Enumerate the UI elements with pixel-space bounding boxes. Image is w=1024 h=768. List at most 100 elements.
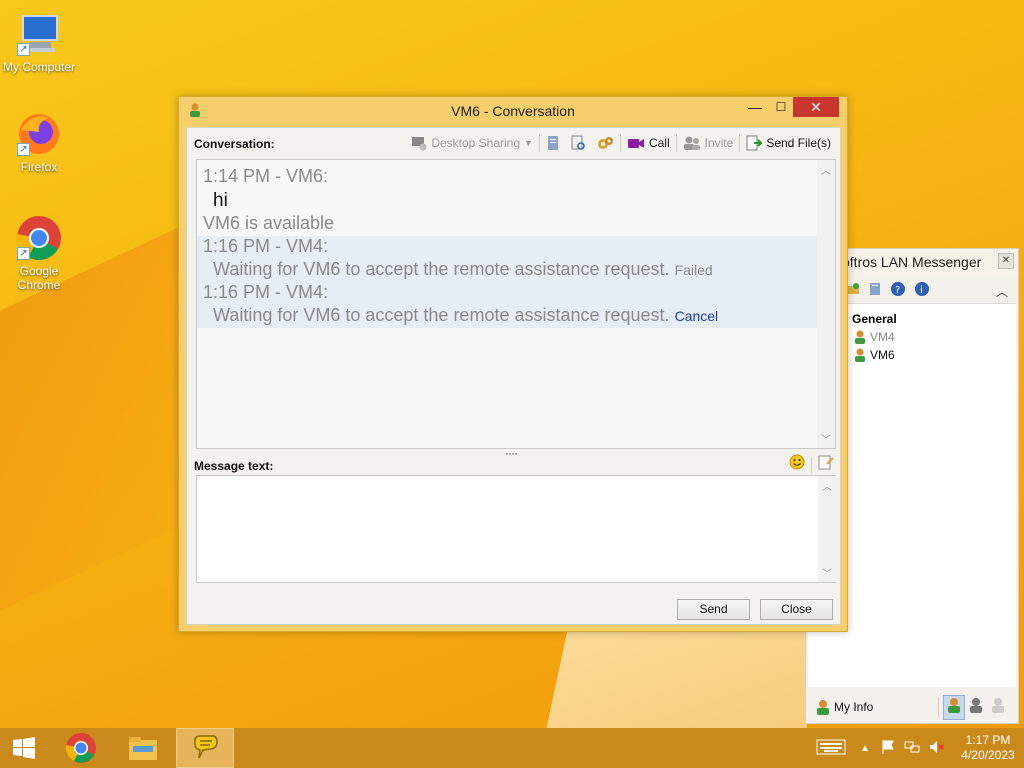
help-icon[interactable]: ?	[890, 281, 906, 302]
message-body: Waiting for VM6 to accept the remote ass…	[197, 305, 817, 326]
call-button[interactable]: Call	[622, 132, 675, 154]
contact-name: VM6	[870, 348, 895, 362]
taskbar-chrome[interactable]	[52, 728, 110, 768]
status-available-icon[interactable]	[943, 694, 965, 720]
video-camera-icon	[627, 139, 644, 148]
document-search-icon	[571, 135, 585, 150]
chrome-icon: ↗	[15, 214, 63, 262]
book-icon	[547, 136, 558, 150]
close-button[interactable]: Close	[760, 599, 833, 620]
keyboard-icon[interactable]	[816, 739, 846, 758]
scroll-up-icon[interactable]: ︿	[818, 478, 836, 493]
messenger-toolbar: ? i	[846, 281, 930, 301]
format-text-icon[interactable]	[818, 454, 834, 475]
message-header: 1:14 PM - VM6:	[203, 166, 329, 186]
contact-vm4[interactable]: VM4	[854, 330, 895, 344]
invite-label: Invite	[704, 136, 734, 150]
collapse-icon[interactable]: ︿	[996, 283, 1008, 300]
taskbar-file-explorer[interactable]	[114, 728, 172, 768]
clock-time: 1:17 PM	[965, 733, 1011, 747]
conversation-label: Conversation:	[194, 137, 275, 151]
scroll-down-icon[interactable]: ﹀	[818, 565, 836, 580]
desktop-icon-my-computer[interactable]: ↗ My Computer	[0, 10, 78, 74]
notes-button[interactable]	[565, 132, 591, 154]
taskbar: ▲ 1:17 PM 4/20/2023	[0, 728, 1024, 768]
conversation-toolbar: Desktop Sharing ▼ Call Invite Send File(…	[406, 132, 836, 154]
message-input[interactable]	[196, 475, 836, 583]
my-info-label: My Info	[834, 700, 874, 714]
message-body: Waiting for VM6 to accept the remote ass…	[197, 259, 817, 280]
message-tools	[789, 454, 834, 475]
cancel-link[interactable]: Cancel	[675, 308, 719, 324]
history-scrollbar[interactable]: ︿ ﹀	[817, 160, 835, 448]
clock[interactable]: 1:17 PM 4/20/2023	[952, 733, 1024, 763]
gears-icon	[597, 137, 613, 149]
desktop-icon-label: Firefox	[20, 160, 58, 174]
minimize-icon[interactable]: —	[741, 97, 769, 117]
desktop-sharing-button[interactable]: Desktop Sharing ▼	[406, 132, 538, 154]
send-files-label: Send File(s)	[766, 136, 831, 150]
desktop-icon-google-chrome[interactable]: ↗ Google Chrome	[0, 214, 78, 292]
scroll-up-icon[interactable]: ︿	[817, 162, 835, 177]
firefox-icon: ↗	[15, 110, 63, 158]
conversation-history[interactable]: 1:14 PM - VM6: hi VM6 is available 1:16 …	[196, 159, 836, 449]
computer-icon: ↗	[15, 10, 63, 58]
conversation-window: VM6 - Conversation — ☐ ✕ Conversation: D…	[178, 96, 848, 632]
chevron-down-icon: ▼	[524, 138, 533, 148]
send-button[interactable]: Send	[677, 599, 750, 620]
user-icon	[855, 330, 865, 344]
folder-icon[interactable]	[846, 282, 860, 301]
clock-date: 4/20/2023	[961, 748, 1015, 762]
send-file-icon	[746, 135, 763, 151]
message-body: hi	[213, 190, 228, 211]
request-text: Waiting for VM6 to accept the remote ass…	[213, 259, 670, 279]
close-window-button[interactable]: ✕	[793, 97, 839, 117]
desktop-icon-label: Google Chrome	[17, 264, 61, 292]
settings-button[interactable]	[591, 132, 619, 154]
message-header: 1:16 PM - VM4:	[203, 282, 329, 302]
tray-expand-icon[interactable]: ▲	[860, 743, 870, 754]
scroll-down-icon[interactable]: ﹀	[817, 431, 835, 446]
group-general[interactable]: General	[852, 312, 897, 326]
taskbar-messenger[interactable]	[176, 728, 234, 768]
request-text: Waiting for VM6 to accept the remote ass…	[213, 305, 670, 325]
folder-icon	[129, 737, 157, 760]
call-label: Call	[648, 136, 670, 150]
messenger-status-bar: My Info	[808, 693, 1016, 721]
splitter-handle[interactable]: ····	[505, 446, 518, 460]
user-icon	[855, 348, 865, 362]
contact-vm6[interactable]: VM6	[854, 348, 895, 362]
smiley-icon[interactable]	[789, 454, 805, 475]
invite-button[interactable]: Invite	[678, 132, 739, 154]
desktop-sharing-label: Desktop Sharing	[431, 136, 521, 150]
user-card-icon	[817, 700, 829, 715]
speaker-muted-icon[interactable]	[928, 739, 944, 758]
info-icon[interactable]: i	[914, 281, 930, 302]
windows-icon	[13, 737, 35, 759]
close-icon[interactable]: ✕	[998, 253, 1014, 269]
history-button[interactable]	[541, 132, 565, 154]
desktop-icon-label: My Computer	[2, 60, 76, 74]
status-message: VM6 is available	[203, 213, 335, 233]
flag-icon[interactable]	[880, 739, 896, 758]
contact-name: VM4	[870, 330, 895, 344]
status-offline-icon[interactable]	[991, 697, 1005, 718]
desktop-icon-firefox[interactable]: ↗ Firefox	[0, 110, 78, 174]
network-icon[interactable]	[904, 739, 920, 758]
my-info-button[interactable]: My Info	[808, 699, 938, 715]
chrome-icon	[65, 733, 96, 763]
message-text-label: Message text:	[194, 459, 274, 473]
start-button[interactable]	[0, 728, 48, 768]
svg-text:i: i	[920, 285, 923, 296]
send-files-button[interactable]: Send File(s)	[741, 132, 836, 154]
chat-bubble-icon	[194, 735, 218, 759]
system-tray: ▲ 1:17 PM 4/20/2023	[816, 728, 1024, 768]
message-scrollbar[interactable]: ︿ ﹀	[818, 476, 836, 582]
desktop-sharing-icon	[412, 137, 427, 151]
book-icon[interactable]	[868, 282, 882, 301]
status-away-icon[interactable]	[969, 697, 983, 718]
maximize-icon[interactable]: ☐	[767, 97, 795, 117]
conversation-client-area: Conversation: Desktop Sharing ▼ Call Inv…	[186, 127, 841, 625]
title-bar[interactable]: VM6 - Conversation — ☐ ✕	[179, 97, 847, 125]
message-header: 1:16 PM - VM4:	[203, 236, 329, 256]
